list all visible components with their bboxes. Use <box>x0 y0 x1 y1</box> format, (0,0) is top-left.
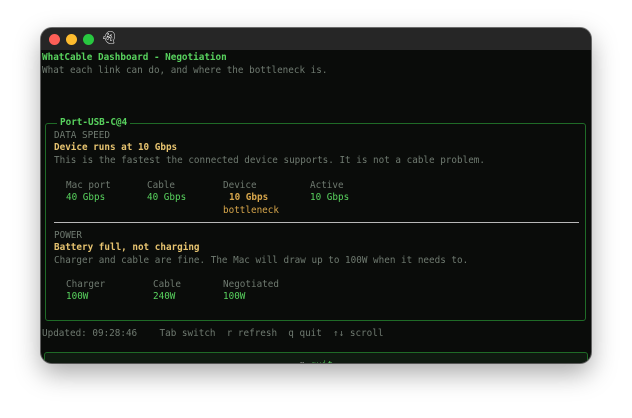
charger-label: Charger <box>66 279 106 290</box>
mac-port-value: 40 Gbps <box>66 192 106 203</box>
close-window-button[interactable] <box>49 34 60 45</box>
ghost-icon: 👻︎ <box>101 31 118 46</box>
zoom-window-button[interactable] <box>83 34 94 45</box>
power-section-label: POWER <box>54 230 82 241</box>
footer-bar: q quit <box>44 352 588 363</box>
page-title: WhatCable Dashboard - Negotiation <box>42 52 227 63</box>
charger-value: 100W <box>66 291 89 302</box>
power-headline: Battery full, not charging <box>54 242 200 253</box>
quit-key: q <box>299 360 305 364</box>
quit-button[interactable]: q quit <box>45 353 587 364</box>
negotiated-value: 100W <box>223 291 246 302</box>
section-divider <box>54 222 579 223</box>
title-bar: 👻︎ <box>41 28 591 50</box>
quit-label: quit <box>311 360 333 364</box>
port-title: Port-USB-C@4 <box>57 117 131 129</box>
negotiated-label: Negotiated <box>223 279 279 290</box>
device-speed-value: 10 Gbps <box>229 192 269 203</box>
cable-speed-value: 40 Gbps <box>147 192 187 203</box>
cable-power-value: 240W <box>153 291 176 302</box>
terminal-window: 👻︎ WhatCable Dashboard - Negotiation Wha… <box>41 28 591 363</box>
data-speed-description: This is the fastest the connected device… <box>54 155 485 166</box>
cable-power-label: Cable <box>153 279 181 290</box>
mac-port-label: Mac port <box>66 180 111 191</box>
data-speed-section-label: DATA SPEED <box>54 130 110 141</box>
bottleneck-label: bottleneck <box>223 205 279 216</box>
status-line: Updated: 09:28:46 Tab switch r refresh q… <box>42 328 384 339</box>
active-speed-label: Active <box>310 180 344 191</box>
data-speed-headline: Device runs at 10 Gbps <box>54 142 178 153</box>
minimize-window-button[interactable] <box>66 34 77 45</box>
device-speed-label: Device <box>223 180 257 191</box>
port-panel: Port-USB-C@4 DATA SPEED Device runs at 1… <box>45 117 586 321</box>
cable-speed-label: Cable <box>147 180 175 191</box>
power-description: Charger and cable are fine. The Mac will… <box>54 255 469 266</box>
active-speed-value: 10 Gbps <box>310 192 350 203</box>
page-subtitle: What each link can do, and where the bot… <box>42 65 328 76</box>
